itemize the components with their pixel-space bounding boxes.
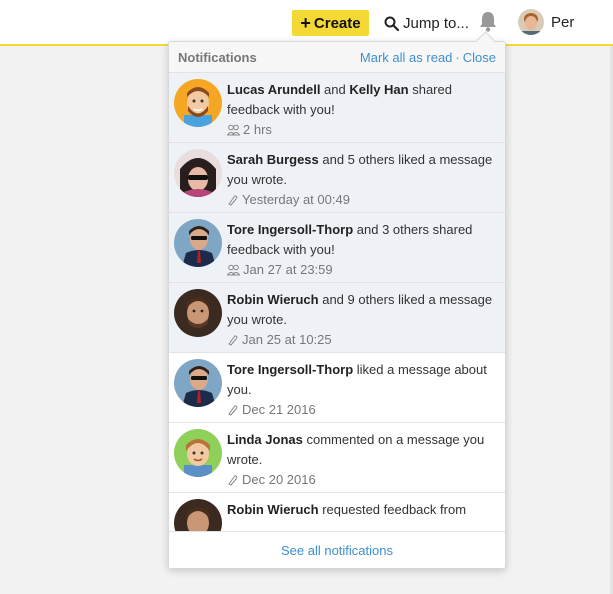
timestamp: Yesterday at 00:49 [242,192,350,207]
actor-name: Robin Wieruch [227,292,319,307]
see-all-notifications-link[interactable]: See all notifications [169,531,505,568]
notification-item[interactable]: Tore Ingersoll-Thorp and 3 others shared… [169,213,505,283]
panel-title: Notifications [178,49,257,65]
avatar [174,149,222,197]
people-icon [227,124,240,136]
notification-text: Linda Jonas commented on a message you w… [227,430,493,490]
notification-item[interactable]: Lucas Arundell and Kelly Han shared feed… [169,73,505,143]
notification-item[interactable]: Robin Wieruch requested feedback from [169,493,505,532]
create-button[interactable]: + Create [292,10,369,36]
notifications-panel: Notifications Mark all as read · Close Luc… [168,41,506,569]
bell-icon[interactable] [478,10,498,34]
mark-all-read-link[interactable]: Mark all as read [360,50,452,65]
timestamp: Dec 20 2016 [242,472,316,487]
close-link[interactable]: Close [463,50,496,65]
notification-item[interactable]: Tore Ingersoll-Thorp liked a message abo… [169,353,505,423]
actor-name: Linda Jonas [227,432,303,447]
create-button-label: Create [313,14,361,32]
actor-name: Tore Ingersoll-Thorp [227,362,354,377]
thumbsup-icon [228,195,238,206]
user-menu[interactable]: Per [518,9,574,35]
notification-list: Lucas Arundell and Kelly Han shared feed… [169,73,505,532]
avatar [174,499,222,532]
notification-meta: Dec 20 2016 [227,470,493,490]
notification-item[interactable]: Linda Jonas commented on a message you w… [169,423,505,493]
header-actions: Mark all as read · Close [360,50,496,65]
actor-name: Tore Ingersoll-Thorp [227,222,354,237]
notification-meta: 2 hrs [227,120,493,140]
notification-text: Tore Ingersoll-Thorp liked a message abo… [227,360,493,420]
timestamp: Jan 27 at 23:59 [243,262,333,277]
avatar [518,9,544,35]
notification-meta: Jan 25 at 10:25 [227,330,493,350]
actor-name: Robin Wieruch [227,502,319,517]
thumbsup-icon [228,475,238,486]
avatar [174,289,222,337]
separator: · [455,49,460,65]
actor-name: Sarah Burgess [227,152,319,167]
jump-to-label: Jump to... [403,14,469,32]
actor-name: Lucas Arundell [227,82,321,97]
notification-item[interactable]: Sarah Burgess and 5 others liked a messa… [169,143,505,213]
notification-message: requested feedback from [318,502,467,517]
avatar [174,79,222,127]
avatar [174,429,222,477]
thumbsup-icon [228,405,238,416]
notification-text: Robin Wieruch and 9 others liked a messa… [227,290,493,350]
notification-text: Robin Wieruch requested feedback from [227,500,493,520]
notification-meta: Jan 27 at 23:59 [227,260,493,280]
thumbsup-icon [228,335,238,346]
timestamp: 2 hrs [243,122,272,137]
actor-name: Kelly Han [349,82,409,97]
plus-icon: + [300,13,311,33]
notification-meta: Dec 21 2016 [227,400,493,420]
notification-text: Tore Ingersoll-Thorp and 3 others shared… [227,220,493,280]
avatar [174,219,222,267]
timestamp: Dec 21 2016 [242,402,316,417]
notification-text: Sarah Burgess and 5 others liked a messa… [227,150,493,210]
timestamp: Jan 25 at 10:25 [242,332,332,347]
see-all-label: See all notifications [280,542,393,558]
jump-to-button[interactable]: Jump to... [384,10,469,36]
notification-text: Lucas Arundell and Kelly Han shared feed… [227,80,493,140]
notifications-header: Notifications Mark all as read · Close [169,42,505,73]
search-icon [384,16,399,31]
people-icon [227,264,240,276]
notification-meta: Yesterday at 00:49 [227,190,493,210]
notification-item[interactable]: Robin Wieruch and 9 others liked a messa… [169,283,505,353]
avatar [174,359,222,407]
top-navigation-bar: + Create Jump to... Per [0,0,613,46]
user-name: Per [551,13,575,31]
joiner: and [320,82,350,97]
